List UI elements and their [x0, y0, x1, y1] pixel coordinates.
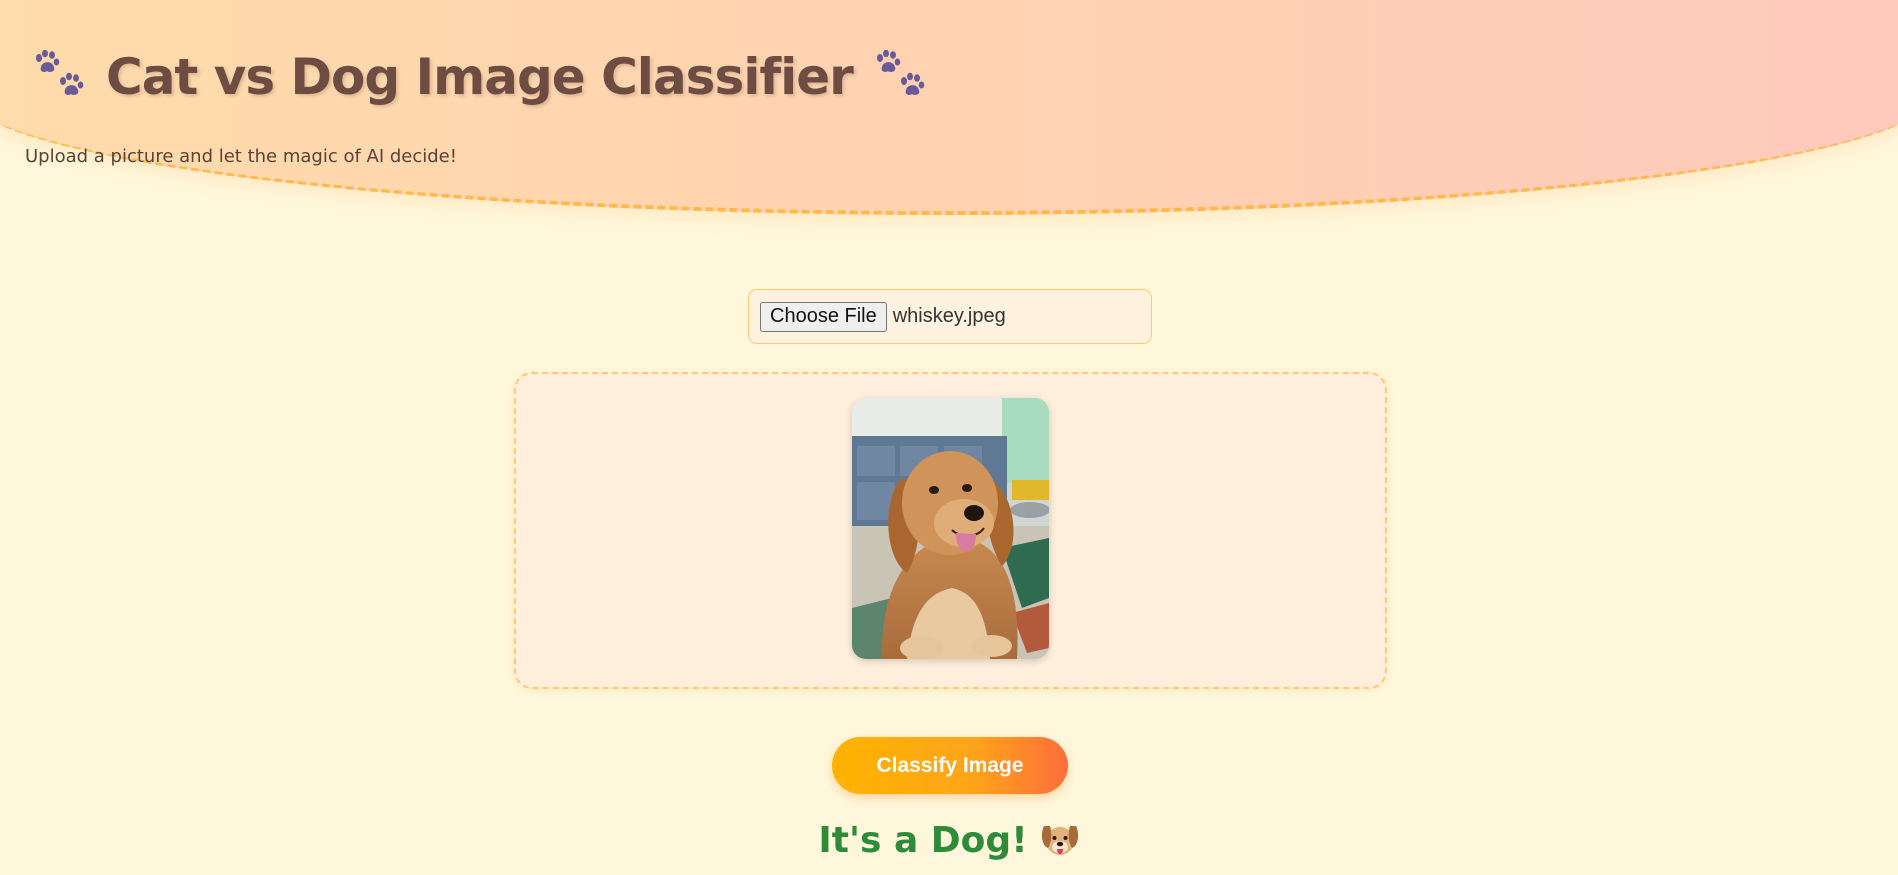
- paw-prints-icon: [873, 49, 929, 104]
- dog-face-icon: [1040, 820, 1080, 858]
- classify-image-button[interactable]: Classify Image: [832, 737, 1068, 794]
- title-row: Cat vs Dog Image Classifier: [32, 48, 929, 106]
- page: Cat vs Dog Image Classifier Upload a pic…: [0, 0, 1898, 875]
- page-title: Cat vs Dog Image Classifier: [106, 48, 854, 106]
- page-subtitle: Upload a picture and let the magic of AI…: [25, 146, 457, 167]
- uploaded-dog-image: [852, 398, 1049, 659]
- choose-file-button[interactable]: Choose File: [760, 301, 887, 332]
- result-row: It's a Dog!: [0, 820, 1898, 861]
- result-text: It's a Dog!: [818, 820, 1028, 861]
- file-upload-input[interactable]: Choose File whiskey.jpeg: [748, 289, 1152, 344]
- paw-prints-icon: [32, 49, 88, 104]
- header-banner: [0, 0, 1898, 215]
- selected-file-name: whiskey.jpeg: [892, 305, 1006, 327]
